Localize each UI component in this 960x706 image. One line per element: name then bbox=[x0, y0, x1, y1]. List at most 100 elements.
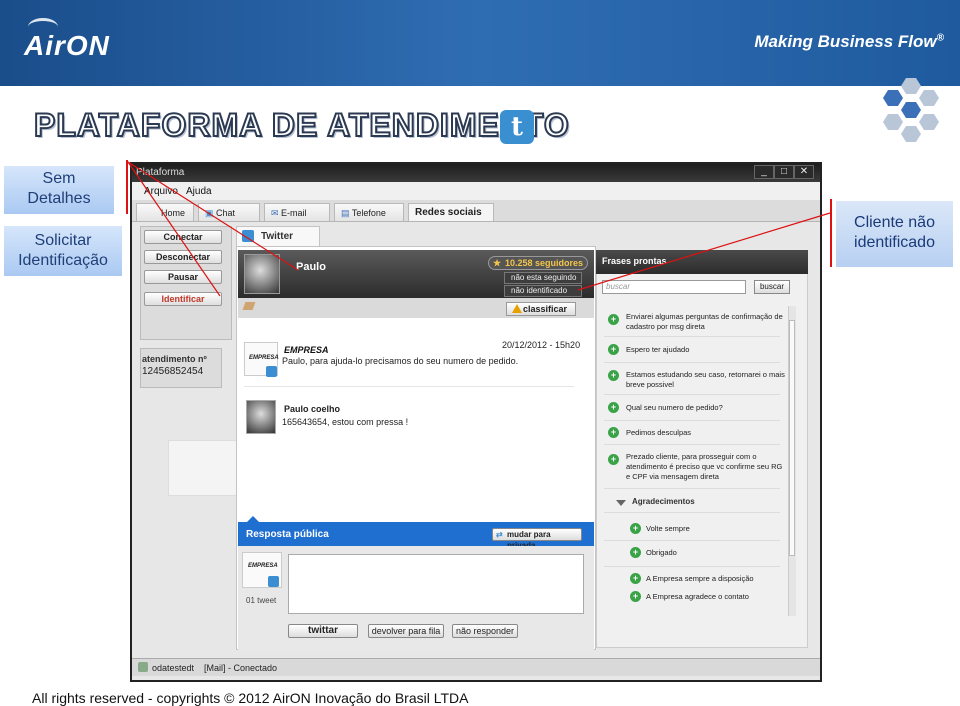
tab-chat[interactable]: ▣ Chat bbox=[198, 203, 260, 221]
tab-redes-sociais-label: Redes sociais bbox=[415, 207, 482, 218]
callout-cliente-nao-identificado: Cliente não identificado bbox=[836, 201, 953, 267]
add-phrase-icon[interactable]: + bbox=[608, 427, 619, 438]
tagline-text: Making Business Flow bbox=[754, 32, 937, 51]
add-phrase-icon[interactable]: + bbox=[630, 523, 641, 534]
message-divider bbox=[244, 386, 574, 387]
followers-text: 10.258 seguidores bbox=[505, 258, 584, 268]
tab-email[interactable]: ✉ E-mail bbox=[264, 203, 330, 221]
quick-phrase-item[interactable]: Volte sempre bbox=[646, 524, 806, 534]
message-text: Paulo, para ajuda-lo precisamos do seu n… bbox=[282, 356, 519, 366]
tab-home[interactable]: Home bbox=[136, 203, 194, 221]
callout-solicitar-text: Solicitar Identificação bbox=[18, 232, 108, 269]
phrase-divider bbox=[604, 566, 780, 567]
email-icon: ✉ bbox=[271, 208, 282, 218]
quick-phrase-item[interactable]: Qual seu numero de pedido? bbox=[626, 403, 786, 413]
phone-icon: ▤ bbox=[341, 208, 352, 218]
tab-telefone-label: Telefone bbox=[351, 208, 386, 218]
app-window: Plataforma _ □ ✕ Arquivo Ajuda Home ▣ Ch… bbox=[130, 162, 822, 682]
atendimento-number: 12456852454 bbox=[142, 366, 204, 377]
quick-phrase-item[interactable]: Prezado cliente, para prosseguir com o a… bbox=[626, 452, 786, 482]
message-text: 165643654, estou com pressa ! bbox=[282, 417, 409, 427]
avatar bbox=[244, 254, 280, 294]
quick-group-title[interactable]: Agradecimentos bbox=[632, 497, 695, 506]
tab-redes-sociais[interactable]: Redes sociais bbox=[408, 203, 494, 221]
private-swap-icon: ⇄ bbox=[496, 530, 503, 539]
add-phrase-icon[interactable]: + bbox=[630, 591, 641, 602]
nao-responder-button[interactable]: não responder bbox=[452, 624, 518, 638]
phrase-divider bbox=[604, 336, 780, 337]
status-mail: [Mail] - Conectado bbox=[204, 663, 278, 673]
message-author: Paulo coelho bbox=[284, 404, 341, 414]
quick-phrase-item[interactable]: Pedimos desculpas bbox=[626, 428, 786, 438]
airon-logo: AirON bbox=[24, 30, 110, 61]
minimize-button[interactable]: _ bbox=[754, 165, 774, 179]
add-phrase-icon[interactable]: + bbox=[608, 370, 619, 381]
chat-icon: ▣ bbox=[205, 208, 217, 218]
customer-photo bbox=[246, 400, 276, 434]
quick-phrase-item[interactable]: Estamos estudando seu caso, retornarei o… bbox=[626, 370, 786, 390]
phrase-divider bbox=[604, 540, 780, 541]
phrase-divider bbox=[604, 444, 780, 445]
menu-arquivo[interactable]: Arquivo bbox=[144, 186, 178, 197]
desconectar-button[interactable]: Desconectar bbox=[144, 250, 222, 264]
quick-search-input[interactable]: buscar bbox=[602, 280, 746, 294]
quick-phrase-item[interactable]: A Empresa sempre a disposição bbox=[646, 574, 806, 584]
add-phrase-icon[interactable]: + bbox=[608, 402, 619, 413]
tab-chat-label: Chat bbox=[216, 208, 236, 218]
phrase-divider bbox=[604, 394, 780, 395]
twittar-button[interactable]: twittar bbox=[288, 624, 358, 638]
identificar-button[interactable]: Identificar bbox=[144, 292, 222, 306]
following-status: não esta seguindo bbox=[504, 272, 582, 284]
add-phrase-icon[interactable]: + bbox=[608, 344, 619, 355]
red-bracket-sem bbox=[126, 160, 128, 214]
identification-status[interactable]: não identificado bbox=[504, 285, 582, 297]
tab-telefone[interactable]: ▤ Telefone bbox=[334, 203, 404, 221]
hexagon-logo-icon bbox=[883, 78, 939, 142]
phrase-divider bbox=[604, 512, 780, 513]
tab-home-label: Home bbox=[161, 208, 186, 218]
followers-badge: ★ 10.258 seguidores bbox=[488, 256, 588, 270]
empresa-reply-text: EMPRESA bbox=[248, 563, 278, 569]
twitter-mini-icon bbox=[266, 366, 277, 377]
close-button[interactable]: ✕ bbox=[794, 165, 814, 179]
quick-phrase-item[interactable]: Espero ter ajudado bbox=[626, 345, 786, 355]
quick-phrase-item[interactable]: Obrigado bbox=[646, 548, 806, 558]
quick-phrase-item[interactable]: A Empresa agradece o contato bbox=[646, 592, 806, 602]
devolver-para-fila-button[interactable]: devolver para fila bbox=[368, 624, 444, 638]
callout-solicitar-identificacao: Solicitar Identificação bbox=[4, 226, 122, 276]
quick-phrases-title: Frases prontas bbox=[602, 256, 667, 266]
menu-ajuda[interactable]: Ajuda bbox=[186, 186, 212, 197]
phrase-divider bbox=[604, 488, 780, 489]
twitter-mini-icon bbox=[268, 576, 279, 587]
atendimento-label: atendimento nº bbox=[142, 354, 207, 364]
collapse-triangle-icon[interactable] bbox=[616, 500, 626, 506]
status-bar: odatestedt [Mail] - Conectado bbox=[132, 658, 820, 676]
add-phrase-icon[interactable]: + bbox=[630, 547, 641, 558]
add-phrase-icon[interactable]: + bbox=[630, 573, 641, 584]
twitter-logo-icon: t bbox=[500, 110, 534, 144]
warning-icon bbox=[512, 304, 522, 313]
empresa-thumb-text: EMPRESA bbox=[249, 355, 279, 361]
profile-name: Paulo bbox=[296, 261, 326, 273]
mudar-para-privada-button[interactable]: ⇄ mudar para privada bbox=[492, 528, 582, 550]
quick-scroll-thumb[interactable] bbox=[789, 320, 795, 556]
tweet-count: 01 tweet bbox=[246, 596, 277, 605]
add-phrase-icon[interactable]: + bbox=[608, 454, 619, 465]
star-icon: ★ bbox=[493, 258, 502, 268]
channel-tabs: Home ▣ Chat ✉ E-mail ▤ Telefone Redes so… bbox=[132, 200, 820, 222]
status-user-icon bbox=[138, 662, 148, 672]
pausar-button[interactable]: Pausar bbox=[144, 270, 222, 284]
callout-cliente-text: Cliente não identificado bbox=[854, 214, 935, 251]
quick-phrase-item[interactable]: Enviarei algumas perguntas de confirmaçã… bbox=[626, 312, 786, 332]
conectar-button[interactable]: Conectar bbox=[144, 230, 222, 244]
callout-sem-detalhes-text: Sem Detalhes bbox=[27, 170, 91, 207]
add-phrase-icon[interactable]: + bbox=[608, 314, 619, 325]
quick-search-button[interactable]: buscar bbox=[754, 280, 790, 294]
maximize-button[interactable]: □ bbox=[774, 165, 794, 179]
callout-sem-detalhes: Sem Detalhes bbox=[4, 166, 114, 214]
reply-title: Resposta pública bbox=[246, 529, 329, 540]
page-title: PLATAFORMA DE ATENDIMENTO bbox=[33, 106, 570, 144]
blank-panel bbox=[168, 440, 240, 496]
menu-bar: Arquivo Ajuda bbox=[132, 182, 820, 200]
reply-textarea[interactable] bbox=[288, 554, 584, 614]
